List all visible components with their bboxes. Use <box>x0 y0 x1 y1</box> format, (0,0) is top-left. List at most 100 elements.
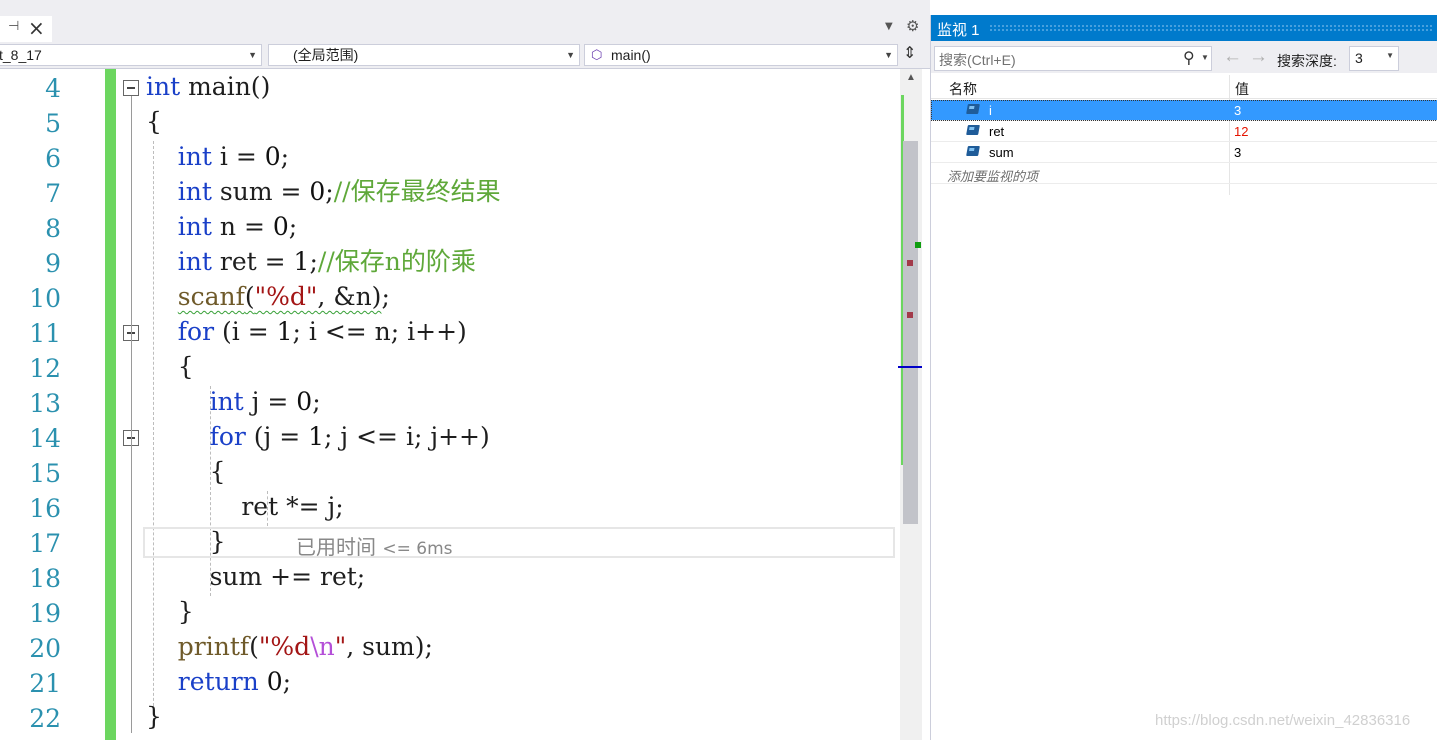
code-line: } <box>146 597 194 626</box>
perf-tip: 已用时间 <= 6ms <box>296 531 452 560</box>
watermark: https://blog.csdn.net/weixin_42836316 <box>1155 712 1411 729</box>
line-number: 16 <box>29 494 61 523</box>
code-line: int ret = 1;//保存n的阶乘 <box>177 247 476 276</box>
watch-row[interactable]: i 3 <box>931 100 1437 121</box>
chevron-down-icon: ▼ <box>884 50 893 60</box>
watch-name: sum <box>989 145 1014 160</box>
vertical-scrollbar[interactable]: ▲ <box>898 69 922 740</box>
code-line: sum += ret; <box>146 562 366 591</box>
variable-icon <box>966 125 980 135</box>
search-depth-select[interactable]: 3 ▼ <box>1349 46 1399 71</box>
watch-window: 监视 1 搜索(Ctrl+E) ⚲ ▼ ← → 搜索深度: 3 ▼ 名称 值 i… <box>930 15 1437 740</box>
add-watch-placeholder: 添加要监视的项 <box>947 169 1039 184</box>
current-line-highlight <box>143 527 895 558</box>
code-line: int i = 0; <box>177 142 290 171</box>
watch-name: i <box>989 103 992 118</box>
chevron-down-icon[interactable]: ▼ <box>885 21 893 32</box>
member-dropdown[interactable]: ⬡ main() ▼ <box>584 44 898 66</box>
column-header-name[interactable]: 名称 <box>949 79 977 99</box>
line-number: 8 <box>45 214 61 243</box>
watch-row[interactable]: ret 12 <box>931 121 1437 142</box>
line-number: 10 <box>29 284 61 313</box>
code-line: int n = 0; <box>177 212 298 241</box>
code-line: int main() <box>146 72 271 101</box>
line-number-gutter: 4 5 6 7 8 9 10 11 12 13 14 15 16 17 18 1… <box>0 69 70 740</box>
grid-header: 名称 值 <box>931 75 1437 99</box>
search-depth-value: 3 <box>1355 50 1363 66</box>
code-line: } <box>146 702 162 731</box>
search-depth-label: 搜索深度: <box>1277 53 1337 69</box>
chevron-down-icon: ▼ <box>1386 51 1394 60</box>
watch-value: 3 <box>1234 103 1242 118</box>
project-dropdown[interactable]: t_8_17 ▼ <box>0 44 262 66</box>
line-number: 11 <box>29 319 61 348</box>
perf-tip-label: 已用时间 <box>296 535 376 559</box>
line-number: 14 <box>29 424 61 453</box>
scroll-marker <box>907 312 913 318</box>
watch-toolbar: 搜索(Ctrl+E) ⚲ ▼ ← → 搜索深度: 3 ▼ <box>931 41 1437 73</box>
line-number: 7 <box>45 179 61 208</box>
scroll-up-icon[interactable]: ▲ <box>906 72 916 83</box>
code-line: int j = 0; <box>209 387 321 416</box>
line-number: 22 <box>29 704 61 733</box>
title-grip <box>989 24 1432 32</box>
scroll-thumb[interactable] <box>903 141 918 524</box>
chevron-down-icon: ▼ <box>566 50 575 60</box>
gear-icon[interactable]: ⚙ <box>906 17 919 35</box>
watch-search-input[interactable]: 搜索(Ctrl+E) ⚲ ▼ <box>934 46 1212 71</box>
chevron-down-icon[interactable]: ▼ <box>1201 53 1209 62</box>
watch-title-bar[interactable]: 监视 1 <box>931 15 1437 41</box>
forward-arrow-icon[interactable]: → <box>1249 46 1268 68</box>
watch-row[interactable]: sum 3 <box>931 142 1437 163</box>
watch-name: ret <box>989 124 1005 139</box>
change-tracking-bar <box>105 69 116 740</box>
line-number: 19 <box>29 599 61 628</box>
line-number: 18 <box>29 564 61 593</box>
code-line: return 0; <box>177 667 292 696</box>
line-number: 13 <box>29 389 61 418</box>
line-number: 5 <box>45 109 61 138</box>
function-icon: ⬡ <box>591 47 603 62</box>
code-line: { <box>146 352 194 381</box>
line-number: 17 <box>29 529 61 558</box>
code-line: } <box>146 527 226 556</box>
code-line: for (i = 1; i <= n; i++) <box>177 317 467 346</box>
document-tab[interactable]: ⊣ × <box>0 16 52 42</box>
code-line: int sum = 0;//保存最终结果 <box>177 177 501 206</box>
editor-tab-strip: ⊣ × ▼ ⚙ <box>0 0 930 42</box>
line-number: 6 <box>45 144 61 173</box>
variable-icon <box>966 104 980 114</box>
scroll-marker <box>915 242 921 248</box>
code-line: printf("%d\n", sum); <box>177 632 433 661</box>
line-number: 15 <box>29 459 61 488</box>
scope-dropdown-label: (全局范围) <box>293 47 359 63</box>
outline-line <box>131 96 132 733</box>
code-line: { <box>146 107 162 136</box>
watch-value: 12 <box>1234 124 1249 139</box>
watch-title: 监视 1 <box>937 22 980 39</box>
pin-icon[interactable]: ⊣ <box>8 19 19 34</box>
code-editor[interactable]: 4 5 6 7 8 9 10 11 12 13 14 15 16 17 18 1… <box>0 69 900 740</box>
collapse-main-icon[interactable] <box>123 80 139 96</box>
caret-position-marker <box>898 366 922 368</box>
perf-tip-value: <= 6ms <box>382 539 453 559</box>
scope-dropdown[interactable]: (全局范围) ▼ <box>268 44 580 66</box>
search-icon[interactable]: ⚲ <box>1183 48 1195 68</box>
column-header-value[interactable]: 值 <box>1235 79 1249 99</box>
project-dropdown-label: t_8_17 <box>0 47 42 63</box>
close-icon[interactable]: × <box>28 16 45 40</box>
code-line: for (j = 1; j <= i; j++) <box>209 422 490 451</box>
member-dropdown-label: main() <box>611 47 651 63</box>
line-number: 20 <box>29 634 61 663</box>
chevron-down-icon: ▼ <box>248 50 257 60</box>
line-number: 4 <box>45 74 61 103</box>
add-watch-row[interactable]: 添加要监视的项 <box>931 163 1437 184</box>
back-arrow-icon[interactable]: ← <box>1223 46 1242 68</box>
line-number: 9 <box>45 249 61 278</box>
code-line: ret *= j; <box>146 492 344 521</box>
variable-icon <box>966 146 980 156</box>
split-window-icon[interactable]: ⇕ <box>903 43 916 63</box>
scroll-marker <box>907 260 913 266</box>
line-number: 21 <box>29 669 61 698</box>
watch-value: 3 <box>1234 145 1242 160</box>
